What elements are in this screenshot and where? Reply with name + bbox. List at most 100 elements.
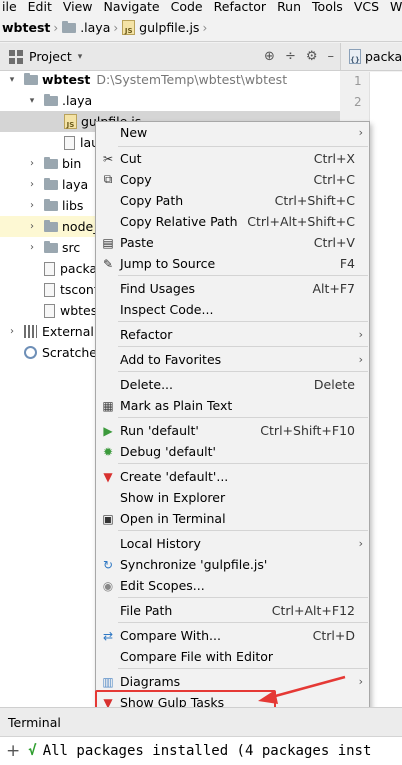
chevron-down-icon[interactable]: ▾ xyxy=(6,75,18,85)
folder-icon xyxy=(44,156,58,169)
menu-item-cut[interactable]: ✂ Cut Ctrl+X xyxy=(96,148,369,169)
folder-icon xyxy=(44,219,58,232)
json-file-icon: {} xyxy=(349,49,361,64)
menu-item-compare-file-with-editor[interactable]: Compare File with Editor xyxy=(96,646,369,667)
menu-item-inspect-code[interactable]: Inspect Code... xyxy=(96,299,369,320)
menu-separator xyxy=(118,346,368,347)
menu-item-label: Create 'default'... xyxy=(120,469,229,484)
menu-refactor[interactable]: Refactor xyxy=(214,0,266,13)
gear-icon[interactable]: ⚙ xyxy=(306,49,318,64)
menu-item-refactor[interactable]: Refactor › xyxy=(96,324,369,345)
menu-item-shortcut: Ctrl+Alt+Shift+C xyxy=(247,214,355,229)
plain-text-icon: ▦ xyxy=(102,398,114,413)
terminal-title[interactable]: Terminal xyxy=(8,715,61,730)
menu-item-edit-scopes[interactable]: ◉ Edit Scopes... xyxy=(96,575,369,596)
menu-item-jump-to-source[interactable]: ✎ Jump to Source F4 xyxy=(96,253,369,274)
menu-run[interactable]: Run xyxy=(277,0,301,13)
menu-item-shortcut: Ctrl+X xyxy=(313,151,355,166)
copy-icon: ⧉ xyxy=(103,172,113,186)
menu-item-delete[interactable]: Delete... Delete xyxy=(96,374,369,395)
menu-item-create-default[interactable]: ▼ Create 'default'... xyxy=(96,466,369,487)
libraries-icon xyxy=(24,325,37,338)
file-icon xyxy=(44,261,55,276)
menu-item-mark-as-plain-text[interactable]: ▦ Mark as Plain Text xyxy=(96,395,369,416)
tree-item-label: libs xyxy=(62,198,84,213)
tree-item[interactable]: ▾ wbtest D:\SystemTemp\wbtest\wbtest xyxy=(0,69,340,90)
tree-item-label: .laya xyxy=(62,93,93,108)
menu-wind[interactable]: Wind xyxy=(390,0,402,13)
menu-item-copy-relative-path[interactable]: Copy Relative Path Ctrl+Alt+Shift+C xyxy=(96,211,369,232)
chevron-right-icon[interactable]: › xyxy=(26,158,38,169)
menu-item-label: Compare With... xyxy=(120,628,221,643)
chevron-right-icon[interactable]: › xyxy=(6,326,18,337)
add-terminal-button[interactable]: + xyxy=(6,741,20,761)
menu-tools[interactable]: Tools xyxy=(312,0,343,13)
menu-item-new[interactable]: New › xyxy=(96,122,369,143)
menu-item-open-in-terminal[interactable]: ▣ Open in Terminal xyxy=(96,508,369,529)
menu-view[interactable]: View xyxy=(63,0,93,13)
run-icon: ▶ xyxy=(103,423,113,438)
menu-item-label: Diagrams xyxy=(120,674,181,689)
folder-icon xyxy=(24,72,38,85)
terminal-output[interactable]: + √ All packages installed (4 packages i… xyxy=(0,737,402,765)
editor-tab-package[interactable]: {} packa xyxy=(340,43,402,71)
chevron-right-icon[interactable]: › xyxy=(26,179,38,190)
menu-item-label: Mark as Plain Text xyxy=(120,398,233,413)
menu-item-copy[interactable]: ⧉ Copy Ctrl+C xyxy=(96,169,369,190)
menu-item-find-usages[interactable]: Find Usages Alt+F7 xyxy=(96,278,369,299)
tree-item[interactable]: ▾ .laya xyxy=(0,90,340,111)
chevron-right-icon[interactable]: › xyxy=(26,242,38,253)
menu-item-local-history[interactable]: Local History › xyxy=(96,533,369,554)
chevron-right-icon[interactable]: › xyxy=(26,200,38,211)
menu-vcs[interactable]: VCS xyxy=(354,0,379,13)
menu-item-debug-default[interactable]: ✹ Debug 'default' xyxy=(96,441,369,462)
menu-item-label: New xyxy=(120,125,148,140)
check-icon: √ xyxy=(28,743,37,759)
menu-edit[interactable]: Edit xyxy=(28,0,52,13)
scope-icon: ◉ xyxy=(102,578,114,593)
menu-item-file-path[interactable]: File Path Ctrl+Alt+F12 xyxy=(96,600,369,621)
breadcrumb-item-laya[interactable]: .laya xyxy=(62,20,110,35)
menu-item-show-in-explorer[interactable]: Show in Explorer xyxy=(96,487,369,508)
menu-item-compare-with[interactable]: ⇄ Compare With... Ctrl+D xyxy=(96,625,369,646)
breadcrumb-item-project[interactable]: wbtest xyxy=(2,20,50,35)
scratches-icon xyxy=(24,346,37,359)
menu-navigate[interactable]: Navigate xyxy=(104,0,160,13)
tree-item-label: laya xyxy=(62,177,89,192)
tree-item-label: bin xyxy=(62,156,82,171)
breadcrumb-item-gulpfile[interactable]: JS gulpfile.js xyxy=(122,20,199,35)
menu-separator xyxy=(118,417,368,418)
menu-separator xyxy=(118,530,368,531)
menu-item-synchronize-gulpfile-js[interactable]: ↻ Synchronize 'gulpfile.js' xyxy=(96,554,369,575)
menu-item-run-default[interactable]: ▶ Run 'default' Ctrl+Shift+F10 xyxy=(96,420,369,441)
locate-icon[interactable]: ⊕ xyxy=(264,49,275,64)
project-panel-header: Project ▾ ⊕ ÷ ⚙ – xyxy=(0,43,340,71)
menu-item-label: Debug 'default' xyxy=(120,444,216,459)
chevron-down-icon[interactable]: ▾ xyxy=(78,52,83,62)
menu-item-shortcut: F4 xyxy=(339,256,355,271)
menu-item-diagrams[interactable]: ▥ Diagrams › xyxy=(96,671,369,692)
menu-item-shortcut: Ctrl+D xyxy=(312,628,355,643)
chevron-right-icon[interactable]: › xyxy=(26,221,38,232)
diagram-icon: ▥ xyxy=(102,674,114,689)
context-menu: New › ✂ Cut Ctrl+X ⧉ Copy Ctrl+C Copy Path Ctrl+S… xyxy=(95,121,370,735)
main-menubar: ile Edit View Navigate Code Refactor Run Tools V… xyxy=(0,0,402,14)
js-file-icon: JS xyxy=(122,20,136,35)
menu-separator xyxy=(118,463,368,464)
menu-code[interactable]: Code xyxy=(171,0,203,13)
menu-item-shortcut: Ctrl+V xyxy=(313,235,355,250)
submenu-arrow-icon: › xyxy=(358,537,363,550)
menu-ile[interactable]: ile xyxy=(2,0,17,13)
paste-icon: ▤ xyxy=(102,235,114,250)
menu-item-copy-path[interactable]: Copy Path Ctrl+Shift+C xyxy=(96,190,369,211)
menu-item-label: Synchronize 'gulpfile.js' xyxy=(120,557,268,572)
menu-item-paste[interactable]: ▤ Paste Ctrl+V xyxy=(96,232,369,253)
submenu-arrow-icon: › xyxy=(358,126,363,139)
collapse-icon[interactable]: ÷ xyxy=(285,49,296,64)
menu-item-label: File Path xyxy=(120,603,173,618)
minimize-icon[interactable]: – xyxy=(328,49,335,64)
menu-item-add-to-favorites[interactable]: Add to Favorites › xyxy=(96,349,369,370)
project-panel-title[interactable]: Project xyxy=(29,49,72,64)
breadcrumb-separator-icon: › xyxy=(202,20,208,35)
chevron-down-icon[interactable]: ▾ xyxy=(26,96,38,106)
